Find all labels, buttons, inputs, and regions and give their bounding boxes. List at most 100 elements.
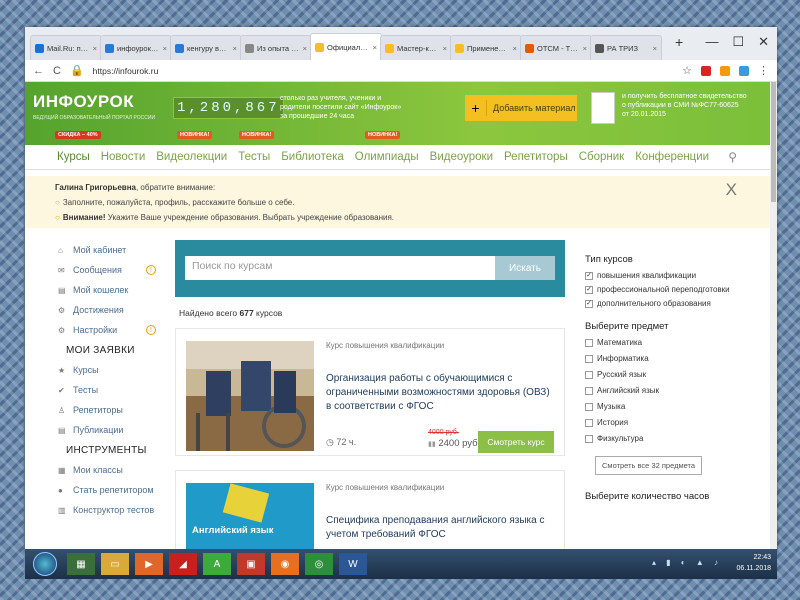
nav-3[interactable]: Видеолекции (156, 151, 227, 163)
close-tab-icon[interactable]: × (653, 44, 657, 53)
close-button[interactable]: ✕ (758, 34, 769, 50)
filter-checkbox[interactable]: Математика (585, 338, 733, 348)
sidebar-item[interactable]: ✉ Сообщения! (58, 260, 164, 280)
checkbox-icon[interactable] (585, 387, 593, 395)
filter-checkbox[interactable]: Информатика (585, 354, 733, 364)
taskbar-firefox-icon[interactable]: ◉ (271, 553, 299, 575)
checkbox-checked-icon[interactable]: ✓ (585, 300, 593, 308)
filter-checkbox[interactable]: ✓ дополнительного образования (585, 299, 733, 309)
notice-line-2[interactable]: Укажите Ваше учреждение образования. Выб… (106, 213, 394, 222)
filter-checkbox[interactable]: ✓ профессиональной переподготовки (585, 285, 733, 295)
taskbar-word-icon[interactable]: W (339, 553, 367, 575)
checkbox-icon[interactable] (585, 435, 593, 443)
close-tab-icon[interactable]: × (443, 44, 447, 53)
nav-9[interactable]: Сборник (579, 151, 625, 163)
filter-checkbox[interactable]: История (585, 418, 733, 428)
sidebar-item[interactable]: ⚙ Настройки! (58, 320, 164, 340)
url-field[interactable]: https://infourok.ru (93, 66, 673, 76)
close-tab-icon[interactable]: × (373, 43, 377, 52)
tab-4[interactable]: Из опыта работы× (240, 35, 312, 60)
sidebar-item[interactable]: ★ Курсы (58, 360, 164, 380)
checkbox-icon[interactable] (585, 371, 593, 379)
show-all-subjects-button[interactable]: Смотреть все 32 предмета (595, 456, 703, 475)
taskbar-pdf-icon[interactable]: ◢ (169, 553, 197, 575)
nav-6[interactable]: Олимпиады (355, 151, 419, 163)
course-card[interactable]: Курс повышения квалификации Организация … (175, 328, 565, 456)
course-title[interactable]: Специфика преподавания английского языка… (326, 514, 551, 542)
sidebar-item[interactable]: ⚙ Достижения (58, 300, 164, 320)
tab-6[interactable]: Мастер-класс по× (380, 35, 452, 60)
sidebar-item[interactable]: ▤ Мой кошелек (58, 280, 164, 300)
tab-9[interactable]: РА ТРИЗ × (590, 35, 662, 60)
taskbar-app-icon[interactable]: ▣ (237, 553, 265, 575)
sidebar-item[interactable]: ▦ Мои классы (58, 460, 164, 480)
taskbar-app-icon[interactable]: A (203, 553, 231, 575)
sidebar-item[interactable]: ✔ Тесты (58, 380, 164, 400)
sidebar-section-title: МОИ ЗАЯВКИ (66, 345, 135, 356)
checkbox-icon[interactable] (585, 355, 593, 363)
filter-checkbox[interactable]: Английский язык (585, 386, 733, 396)
add-material-button[interactable]: + Добавить материал (465, 95, 577, 121)
checkbox-icon[interactable] (585, 419, 593, 427)
nav-4[interactable]: Тесты (238, 151, 270, 163)
filter-checkbox[interactable]: ✓ повышения квалификации (585, 271, 733, 281)
extension-icon[interactable] (701, 65, 711, 76)
course-title[interactable]: Организация работы с обучающимися с огра… (326, 372, 551, 414)
taskbar-media-icon[interactable]: ▶ (135, 553, 163, 575)
search-icon[interactable]: ⚲ (728, 150, 737, 164)
taskbar-app-icon[interactable]: ▦ (67, 553, 95, 575)
sidebar-item[interactable]: ▤ Публикации (58, 420, 164, 440)
maximize-button[interactable]: ☐ (732, 34, 744, 50)
checkbox-icon[interactable] (585, 339, 593, 347)
extension-icon[interactable] (720, 65, 730, 76)
extension-icon[interactable] (739, 65, 749, 76)
sidebar-item[interactable]: ● Стать репетитором (58, 480, 164, 500)
course-card[interactable]: Английский язык Курс повышения квалифика… (175, 470, 565, 552)
results-count: Найдено всего 677 курсов (179, 308, 283, 318)
tab-2[interactable]: инфоурок грамоты× (100, 35, 172, 60)
tab-7[interactable]: Применение ТРИЗ× (450, 35, 522, 60)
back-icon[interactable]: ← (33, 65, 44, 77)
nav-7[interactable]: Видеоуроки (430, 151, 493, 163)
nav-2[interactable]: Новости (101, 151, 146, 163)
filter-checkbox[interactable]: Физкультура (585, 434, 733, 444)
scrollbar[interactable] (770, 82, 777, 552)
close-tab-icon[interactable]: × (93, 44, 97, 53)
close-notice-icon[interactable]: X (726, 181, 737, 198)
tab-8[interactable]: ОТСМ - ТРИЗ - ТР× (520, 35, 592, 60)
reload-icon[interactable]: C (53, 65, 61, 77)
new-tab-button[interactable]: + (675, 34, 683, 50)
tab-3[interactable]: кенгуру всероссийский× (170, 35, 242, 60)
close-tab-icon[interactable]: × (583, 44, 587, 53)
sidebar-item[interactable]: ▥ Конструктор тестов (58, 500, 164, 520)
filter-checkbox[interactable]: Музыка (585, 402, 733, 412)
taskbar-folder-icon[interactable]: ▭ (101, 553, 129, 575)
close-tab-icon[interactable]: × (303, 44, 307, 53)
tab-1[interactable]: Mail.Ru: почта, поиск× (30, 35, 102, 60)
nav-5[interactable]: Библиотека (281, 151, 344, 163)
view-course-button[interactable]: Смотреть курс (478, 431, 554, 453)
nav-8[interactable]: Репетиторы (504, 151, 568, 163)
close-tab-icon[interactable]: × (163, 44, 167, 53)
taskbar-chrome-icon[interactable]: ◎ (305, 553, 333, 575)
nav-1[interactable]: Курсы (57, 151, 90, 163)
tray-icons[interactable]: ▴ ▮ ◐ ▲ ♪ (652, 558, 722, 567)
checkbox-icon[interactable] (585, 403, 593, 411)
nav-10[interactable]: Конференции (635, 151, 709, 163)
sidebar-item[interactable]: ♙ Репетиторы (58, 400, 164, 420)
site-logo[interactable]: ИНФОУРОК (33, 92, 134, 112)
search-button[interactable]: Искать (495, 256, 555, 280)
menu-icon[interactable]: ⋮ (758, 64, 769, 77)
minimize-button[interactable]: — (705, 34, 718, 50)
close-tab-icon[interactable]: × (513, 44, 517, 53)
checkbox-checked-icon[interactable]: ✓ (585, 286, 593, 294)
course-search-input[interactable]: Поиск по курсам (185, 256, 495, 280)
checkbox-checked-icon[interactable]: ✓ (585, 272, 593, 280)
close-tab-icon[interactable]: × (233, 44, 237, 53)
filter-checkbox[interactable]: Русский язык (585, 370, 733, 380)
bookmark-star-icon[interactable]: ☆ (682, 64, 692, 77)
sidebar-item[interactable]: ⌂ Мой кабинет (58, 240, 164, 260)
tab-5[interactable]: Официальный сайт× (310, 33, 382, 60)
start-button[interactable] (33, 552, 57, 576)
notice-line-1[interactable]: Заполните, пожалуйста, профиль, расскажи… (63, 198, 295, 207)
